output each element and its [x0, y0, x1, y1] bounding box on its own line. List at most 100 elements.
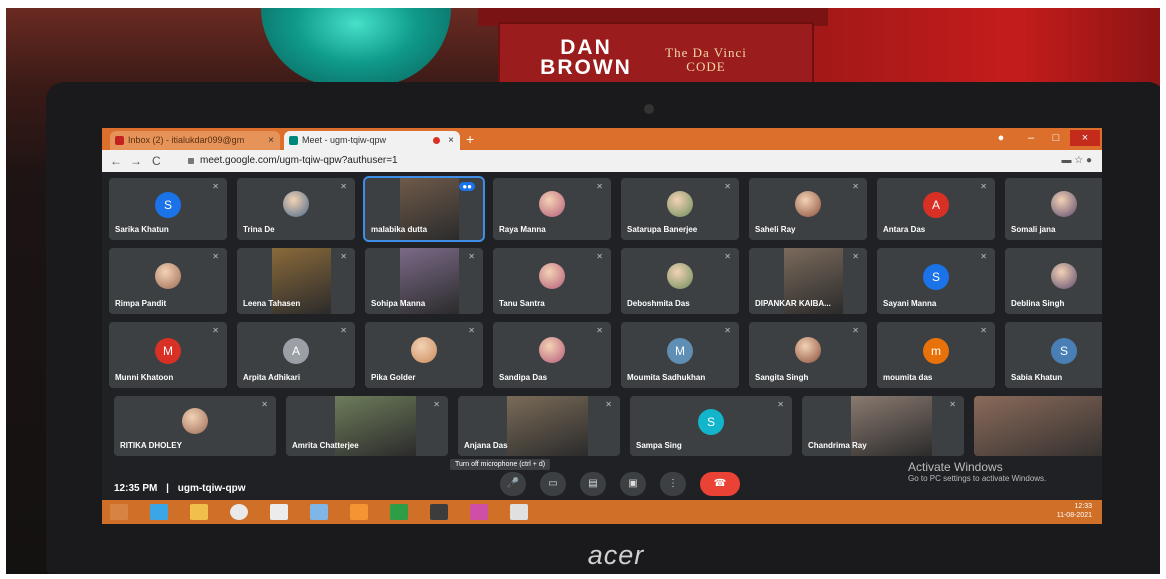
- participant-tile[interactable]: S ✕ Sarika Khatun: [109, 178, 227, 240]
- app-icon[interactable]: [430, 504, 448, 520]
- participant-tile[interactable]: ✕ DIPANKAR KAIBA...: [749, 248, 867, 314]
- close-icon[interactable]: ×: [268, 131, 274, 150]
- participant-name: RITIKA DHOLEY: [120, 441, 182, 450]
- participant-name: Satarupa Banerjee: [627, 225, 698, 234]
- mic-tooltip: Turn off microphone (ctrl + d): [450, 459, 551, 470]
- participant-tile[interactable]: ✕ Anjana Das: [458, 396, 620, 456]
- end-call-button[interactable]: ☎: [700, 472, 740, 496]
- minimize-button[interactable]: –: [1020, 130, 1042, 146]
- participant-tile[interactable]: S ✕ Sampa Sing: [630, 396, 792, 456]
- participant-tile[interactable]: ✕ Deboshmita Das: [621, 248, 739, 314]
- participant-photo: [411, 336, 437, 363]
- recording-dot-icon: [433, 137, 440, 144]
- more-options-button[interactable]: ⋮: [660, 472, 686, 496]
- meeting-code: ugm-tqiw-qpw: [177, 483, 246, 494]
- ie-icon[interactable]: [150, 504, 168, 520]
- red-curtain: [800, 8, 1160, 88]
- app-icon[interactable]: [510, 504, 528, 520]
- participant-tile[interactable]: ✕ RITIKA DHOLEY: [114, 396, 276, 456]
- close-window-button[interactable]: ×: [1070, 130, 1100, 146]
- participant-name: Sarika Khatun: [115, 225, 169, 234]
- chrome-icon[interactable]: [230, 504, 248, 520]
- mic-muted-icon: ✕: [340, 326, 347, 335]
- extension-icons[interactable]: ▬ ☆ ●: [1061, 153, 1092, 169]
- participant-tile[interactable]: S✕Sabia Khatun: [1005, 322, 1102, 388]
- meeting-time-code: 12:35 PM | ugm-tqiw-qpw: [114, 483, 246, 494]
- participant-photo: [667, 262, 693, 289]
- participant-tile[interactable]: ✕Deblina Singh: [1005, 248, 1102, 314]
- mic-muted-icon: ✕: [468, 252, 475, 261]
- app-icon[interactable]: [470, 504, 488, 520]
- camera-button[interactable]: ▭: [540, 472, 566, 496]
- mic-muted-icon: ✕: [212, 182, 219, 191]
- participant-tile[interactable]: S ✕ Sayani Manna: [877, 248, 995, 314]
- laptop-screen: Inbox (2) - itialukdar099@gm × Meet - ug…: [102, 128, 1102, 524]
- mic-muted-icon: ✕: [852, 326, 859, 335]
- participant-tile[interactable]: ✕ Chandrima Ray: [802, 396, 964, 456]
- mic-muted-icon: ✕: [980, 252, 987, 261]
- tab-meet[interactable]: Meet - ugm-tqiw-qpw ×: [284, 131, 460, 150]
- app-icon[interactable]: [310, 504, 328, 520]
- participant-name: Deboshmita Das: [627, 299, 690, 308]
- participant-tile[interactable]: ✕ Sandipa Das: [493, 322, 611, 388]
- system-tray[interactable]: 12:33 11-08-2021: [1057, 502, 1092, 520]
- participant-tile[interactable]: ✕ Trina De: [237, 178, 355, 240]
- participant-photo: [539, 336, 565, 363]
- participant-tile[interactable]: ✕ Saheli Ray: [749, 178, 867, 240]
- participant-tile[interactable]: ✕ Satarupa Banerjee: [621, 178, 739, 240]
- participant-name: Trina De: [243, 225, 275, 234]
- back-button[interactable]: ←: [110, 153, 122, 169]
- profile-badge-icon[interactable]: ●: [990, 130, 1012, 146]
- participant-name: Anjana Das: [464, 441, 508, 450]
- participant-photo: [1051, 191, 1077, 218]
- captions-button[interactable]: ▤: [580, 472, 606, 496]
- participant-tile[interactable]: ✕ Sohipa Manna: [365, 248, 483, 314]
- microphone-button[interactable]: 🎤: [500, 472, 526, 496]
- folder-icon[interactable]: [190, 504, 208, 520]
- participant-photo: [539, 191, 565, 218]
- participant-tile[interactable]: m ✕ moumita das: [877, 322, 995, 388]
- participant-name: Pika Golder: [371, 373, 416, 382]
- app-icon[interactable]: [270, 504, 288, 520]
- maximize-button[interactable]: □: [1044, 130, 1068, 146]
- reload-button[interactable]: C: [152, 153, 161, 169]
- participant-name: Chandrima Ray: [808, 441, 867, 450]
- participant-tile[interactable]: [974, 396, 1102, 456]
- participant-name: Sabia Khatun: [1011, 373, 1063, 382]
- excel-icon[interactable]: [390, 504, 408, 520]
- participant-tile[interactable]: ✕ Tanu Santra: [493, 248, 611, 314]
- app-icon[interactable]: [350, 504, 368, 520]
- mic-muted-icon: ✕: [724, 326, 731, 335]
- mic-muted-icon: ✕: [852, 182, 859, 191]
- participant-tile[interactable]: A ✕ Arpita Adhikari: [237, 322, 355, 388]
- participant-tile[interactable]: M ✕ Munni Khatoon: [109, 322, 227, 388]
- participant-tile[interactable]: M ✕ Moumita Sadhukhan: [621, 322, 739, 388]
- participant-tile[interactable]: ●● malabika dutta: [363, 176, 485, 242]
- participant-avatar: M: [667, 338, 693, 365]
- tab-gmail[interactable]: Inbox (2) - itialukdar099@gm ×: [110, 131, 280, 150]
- participant-tile[interactable]: ✕ Raya Manna: [493, 178, 611, 240]
- participant-tile[interactable]: ✕ Rimpa Pandit: [109, 248, 227, 314]
- webcam: [644, 104, 654, 114]
- participant-name: DIPANKAR KAIBA...: [755, 299, 831, 308]
- mic-muted-icon: ✕: [212, 252, 219, 261]
- new-tab-button[interactable]: +: [466, 130, 474, 148]
- mic-muted-icon: ✕: [980, 326, 987, 335]
- close-icon[interactable]: ×: [448, 131, 454, 150]
- participant-tile[interactable]: ✕Somali jana: [1005, 178, 1102, 240]
- mic-muted-icon: ✕: [724, 182, 731, 191]
- forward-button[interactable]: →: [130, 153, 142, 169]
- participant-tile[interactable]: ✕ Amrita Chatterjee: [286, 396, 448, 456]
- url-field[interactable]: meet.google.com/ugm-tqiw-qpw?authuser=1: [200, 153, 398, 169]
- participant-video: [974, 396, 1102, 456]
- present-button[interactable]: ▣: [620, 472, 646, 496]
- participant-tile[interactable]: A ✕ Antara Das: [877, 178, 995, 240]
- participant-name: Sandipa Das: [499, 373, 548, 382]
- start-icon[interactable]: [110, 504, 128, 520]
- participant-tile[interactable]: ✕ Sangita Singh: [749, 322, 867, 388]
- participant-photo: [1051, 262, 1077, 289]
- separator: |: [166, 483, 169, 494]
- participant-tile[interactable]: ✕ Pika Golder: [365, 322, 483, 388]
- participant-tile[interactable]: ✕ Leena Tahasen: [237, 248, 355, 314]
- activate-windows-subtitle: Go to PC settings to activate Windows.: [908, 474, 1047, 483]
